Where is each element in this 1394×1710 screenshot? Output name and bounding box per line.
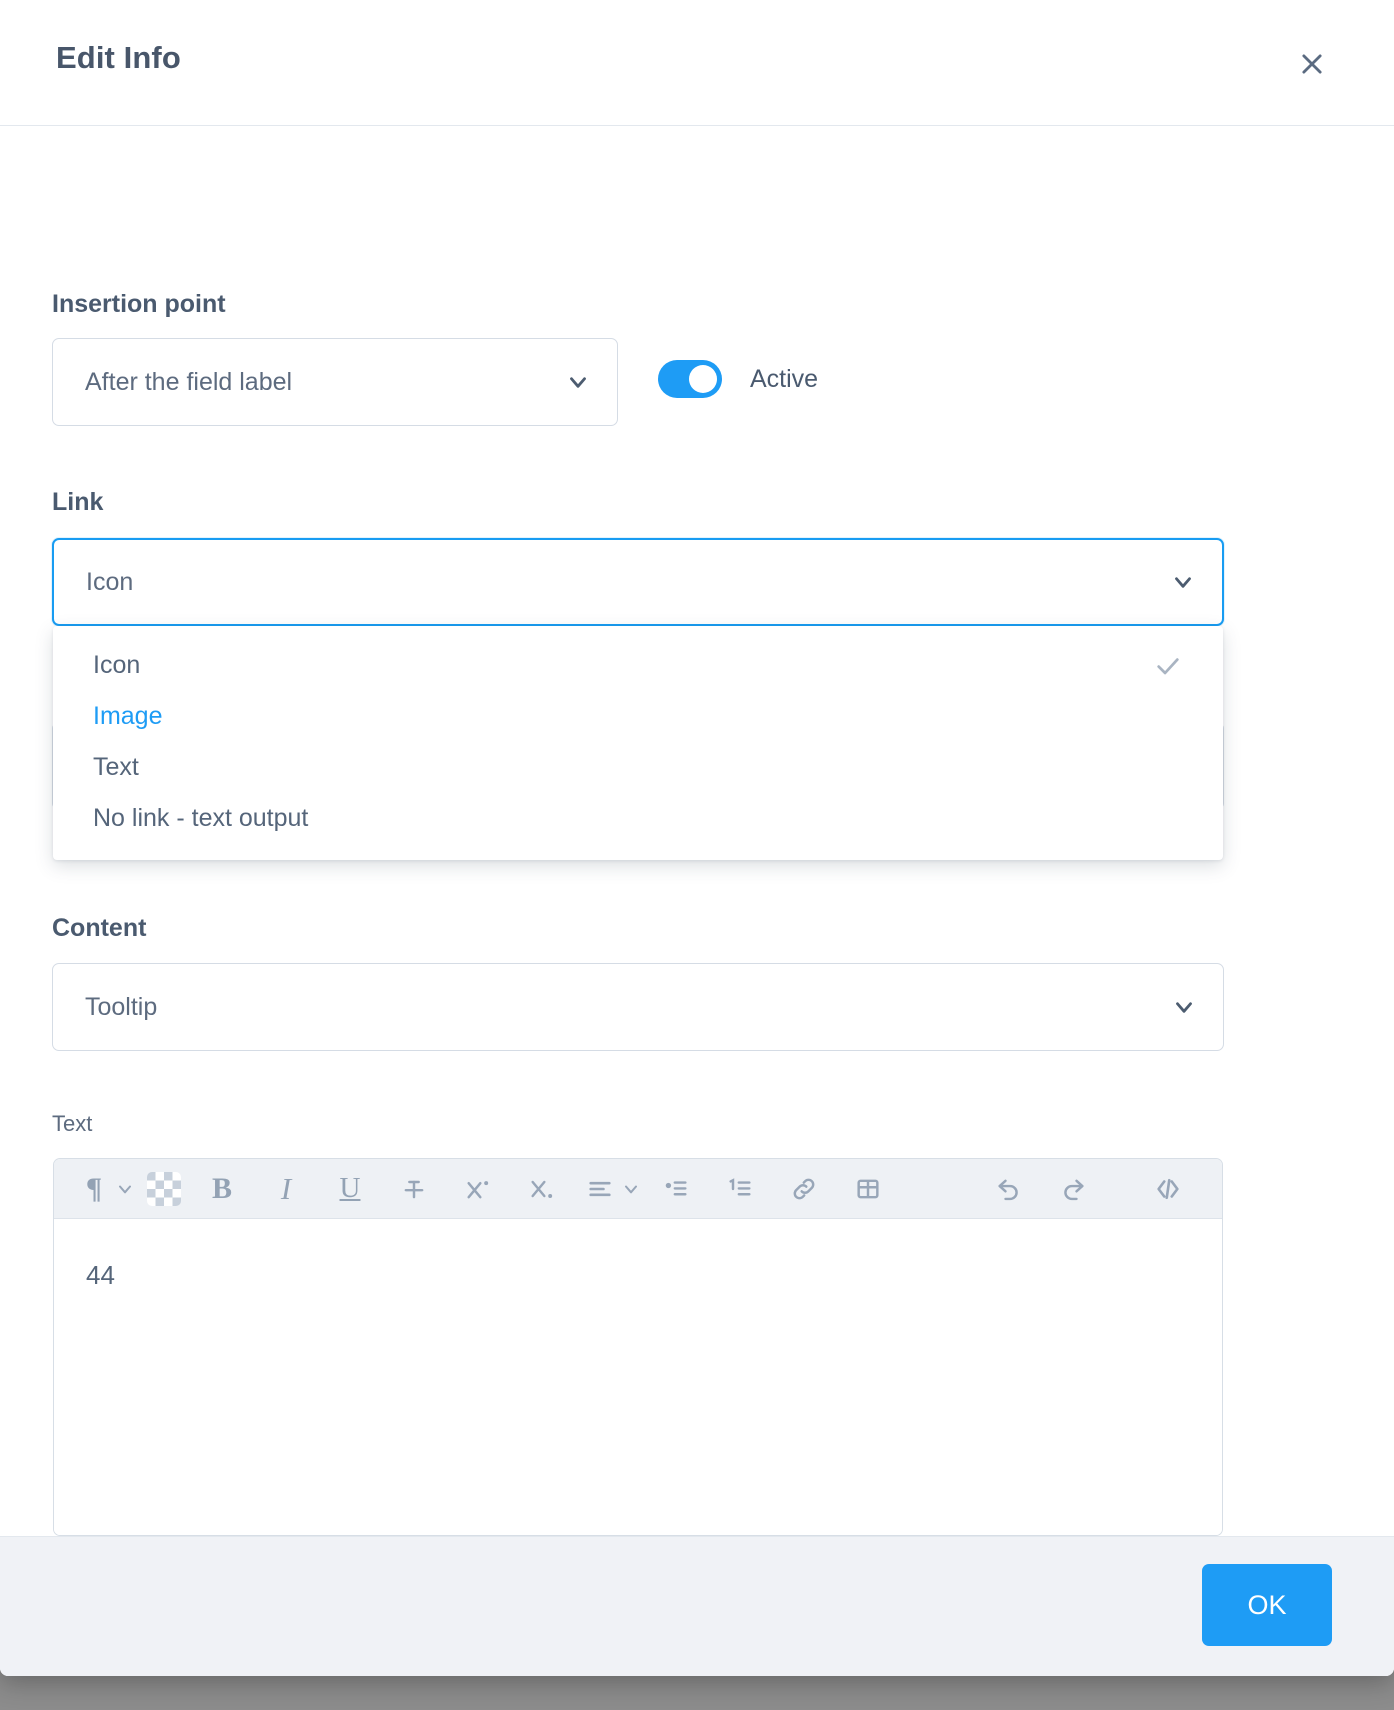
text-editor-label: Text [52,1111,93,1136]
content-select[interactable]: Tooltip [52,963,1224,1051]
content-value: Tooltip [85,992,158,1021]
superscript-icon[interactable] [446,1160,510,1218]
link-dropdown-list: Icon Image Text No link - text output [53,626,1223,860]
editor-content-area[interactable]: 44 [54,1219,1222,1535]
italic-icon[interactable]: I [254,1160,318,1218]
link-label: Link [52,488,104,516]
code-icon[interactable] [1136,1160,1200,1218]
active-toggle-label: Active [750,364,819,393]
dropdown-option-label: Icon [93,651,141,679]
dialog-footer: OK [0,1536,1394,1676]
dropdown-option-no-link[interactable]: No link - text output [53,793,1223,844]
check-icon [1151,649,1185,683]
editor-toolbar: ¶ B I U [54,1159,1222,1219]
content-label: Content [52,914,147,942]
dropdown-option-label: No link - text output [93,804,309,832]
bold-icon[interactable]: B [190,1160,254,1218]
dropdown-option-text[interactable]: Text [53,742,1223,793]
dialog-body: Insertion point After the field label Ac… [0,126,1394,1536]
toggle-knob [689,365,717,393]
edit-info-dialog: Edit Info Insertion point After the fiel… [0,0,1394,1676]
ok-button[interactable]: OK [1202,1564,1332,1646]
strikethrough-icon[interactable] [382,1160,446,1218]
dropdown-option-icon[interactable]: Icon [53,640,1223,691]
page-title: Edit Info [56,40,181,75]
dropdown-option-label: Text [93,753,139,781]
link-icon[interactable] [772,1160,836,1218]
redo-icon[interactable] [1041,1160,1105,1218]
table-icon[interactable] [836,1160,900,1218]
close-icon[interactable] [1290,42,1334,86]
chevron-down-icon [561,365,595,399]
chevron-down-icon[interactable] [112,1160,138,1218]
subscript-icon[interactable] [510,1160,574,1218]
undo-icon[interactable] [977,1160,1041,1218]
rich-text-editor: ¶ B I U 44 [53,1158,1223,1536]
bullet-list-icon[interactable] [644,1160,708,1218]
dropdown-option-label: Image [93,702,163,730]
chevron-down-icon [1167,990,1201,1024]
active-toggle[interactable]: Active [658,360,818,398]
insertion-point-select[interactable]: After the field label [52,338,618,426]
toggle-track [658,360,722,398]
link-select[interactable]: Icon [52,538,1224,626]
numbered-list-icon[interactable] [708,1160,772,1218]
editor-text-value: 44 [86,1260,115,1290]
insertion-point-label: Insertion point [52,290,226,318]
chevron-down-icon[interactable] [618,1160,644,1218]
color-swatch-icon[interactable] [138,1160,190,1218]
underline-icon[interactable]: U [318,1160,382,1218]
dropdown-option-image[interactable]: Image [53,691,1223,742]
link-value: Icon [86,567,134,596]
dialog-header: Edit Info [0,0,1394,126]
insertion-point-value: After the field label [85,367,293,396]
chevron-down-icon [1166,565,1200,599]
